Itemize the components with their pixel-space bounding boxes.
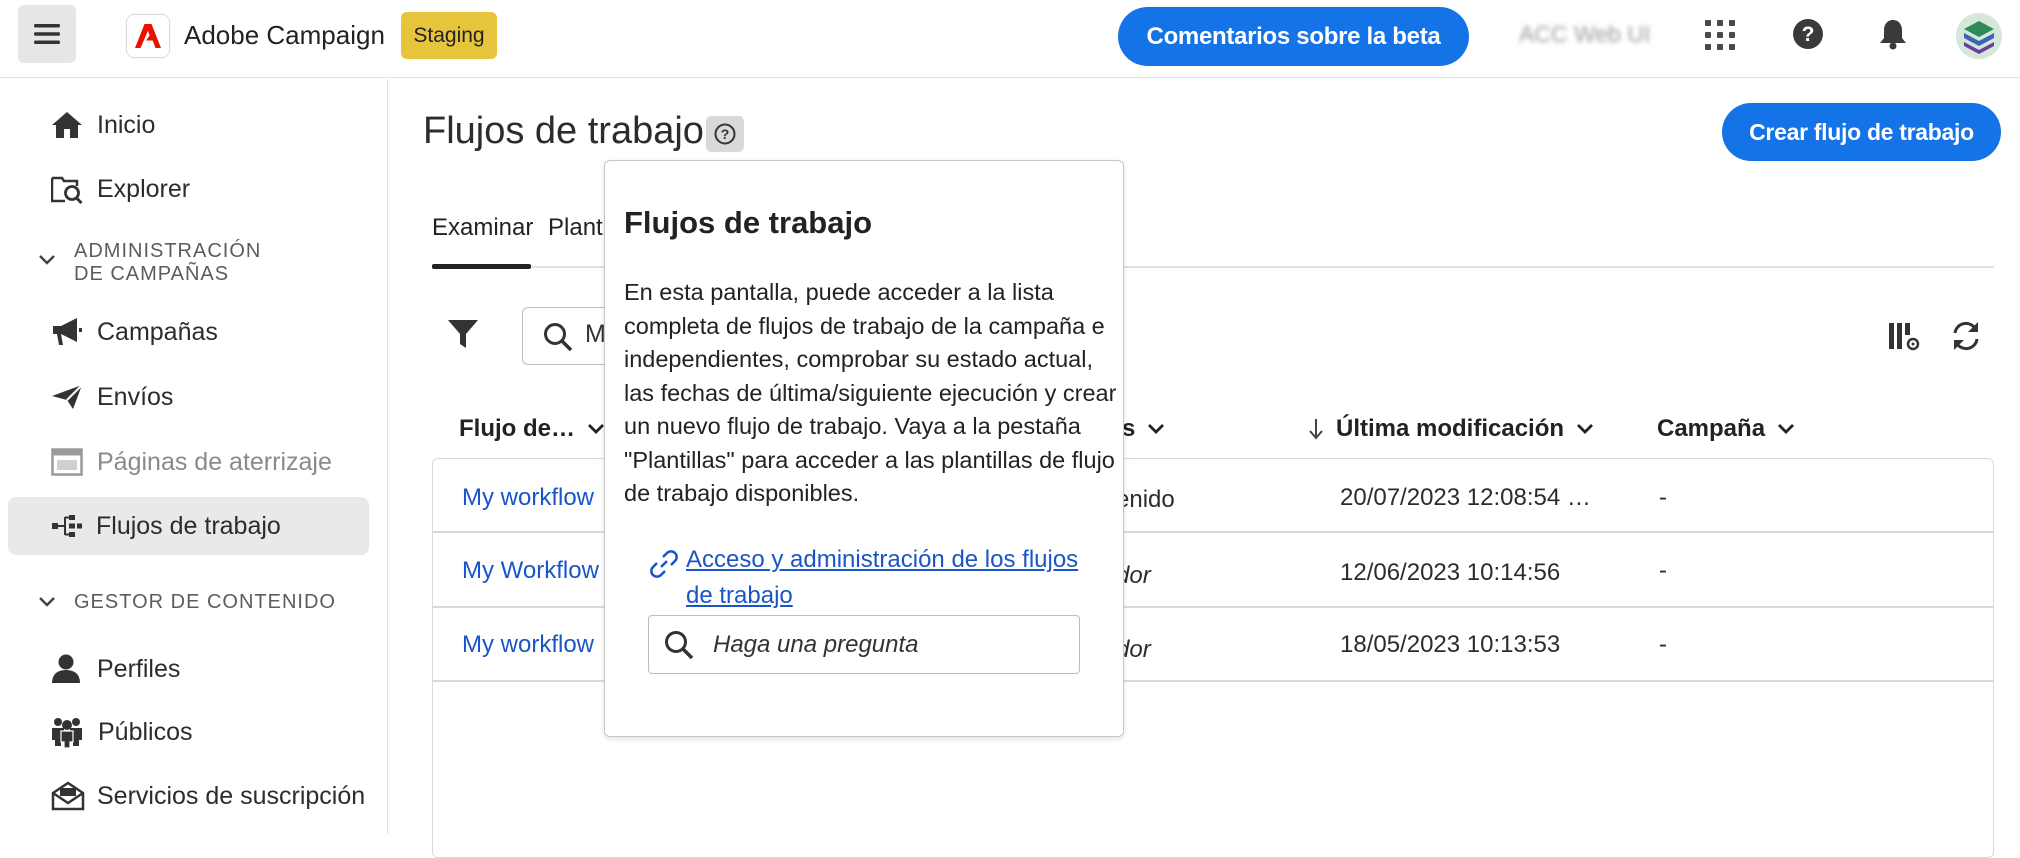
user-icon (51, 654, 81, 684)
sidebar-item-explorer[interactable]: Explorer (8, 160, 369, 218)
column-header-label: s (1122, 415, 1136, 442)
title-help-button[interactable]: ? (706, 116, 744, 152)
explorer-icon (51, 174, 83, 204)
menu-button[interactable] (18, 5, 76, 63)
tab-browse[interactable]: Examinar (432, 214, 533, 242)
sidebar-item-servicios-suscripcion[interactable]: Servicios de suscripción (8, 767, 369, 825)
workflow-last-modified: 20/07/2023 12:08:54 … (1340, 484, 1591, 511)
menu-icon (34, 24, 60, 44)
adobe-logo[interactable] (126, 14, 170, 58)
workflow-name-link[interactable]: My workflow (462, 484, 594, 512)
adobe-logo-icon (135, 24, 161, 48)
column-settings-icon[interactable] (1888, 322, 1920, 352)
sidebar-item-publicos[interactable]: Públicos (8, 703, 369, 761)
sidebar-item-perfiles[interactable]: Perfiles (8, 640, 369, 698)
create-workflow-button[interactable]: Crear flujo de trabajo (1722, 103, 2001, 161)
sidebar-item-label: Campañas (97, 317, 218, 346)
svg-text:?: ? (1802, 23, 1815, 46)
workflow-last-modified: 12/06/2023 10:14:56 (1340, 559, 1561, 586)
home-icon (51, 111, 83, 139)
column-header-label: Última modificación (1336, 415, 1565, 442)
sidebar-item-campanas[interactable]: Campañas (8, 303, 369, 361)
sidebar-item-flujos-de-trabajo[interactable]: Flujos de trabajo (8, 497, 369, 555)
column-header-status[interactable]: s (1122, 415, 1165, 443)
sidebar-item-paginas-aterrizaje[interactable]: Páginas de aterrizaje (8, 433, 369, 491)
org-switcher[interactable]: ACC Web UI (1519, 21, 1650, 48)
sidebar-item-envios[interactable]: Envíos (8, 368, 369, 426)
column-header-label: Flujo de… (459, 415, 575, 442)
sidebar-item-label: Públicos (98, 717, 193, 746)
column-header-name[interactable]: Flujo de… (459, 415, 605, 443)
active-tab-indicator (432, 264, 531, 269)
environment-badge: Staging (401, 12, 497, 59)
svg-text:?: ? (721, 126, 730, 142)
send-icon (51, 384, 83, 410)
column-header-label: Campaña (1657, 415, 1766, 442)
beta-feedback-button[interactable]: Comentarios sobre la beta (1118, 7, 1469, 66)
chevron-down-icon (38, 596, 56, 608)
popover-doc-link[interactable]: Acceso y administración de los flujos de… (686, 542, 1096, 614)
workflow-name-link[interactable]: My workflow (462, 631, 594, 659)
workflow-name-link[interactable]: My Workflow (462, 557, 599, 585)
sidebar-item-inicio[interactable]: Inicio (8, 96, 369, 154)
popover-title: Flujos de trabajo (624, 205, 873, 240)
refresh-icon[interactable] (1950, 320, 1982, 352)
bell-icon[interactable] (1879, 18, 1907, 50)
sort-descending-icon (1309, 419, 1323, 440)
audiences-icon (51, 716, 83, 748)
search-icon (543, 322, 573, 352)
search-icon (664, 630, 694, 660)
sidebar-item-label: Perfiles (97, 654, 181, 683)
chevron-down-icon (38, 254, 56, 266)
sidebar-item-label: Explorer (97, 174, 191, 203)
ask-question-placeholder: Haga una pregunta (713, 631, 919, 658)
sidebar-item-label: Servicios de suscripción (97, 781, 366, 810)
sidebar-item-label: Flujos de trabajo (96, 511, 281, 540)
chevron-down-icon (1148, 424, 1165, 434)
workflow-icon (52, 515, 82, 537)
filter-icon[interactable] (447, 318, 479, 350)
search-value: M (585, 320, 606, 348)
popover-body: En esta pantalla, puede acceder a la lis… (624, 279, 1117, 506)
workflow-campaign: - (1659, 631, 1667, 658)
column-header-campaign[interactable]: Campaña (1657, 415, 1795, 443)
app-name: Adobe Campaign (184, 20, 385, 50)
page-title: Flujos de trabajo (423, 110, 704, 152)
section-header-label: GESTOR DE CONTENIDO (74, 591, 336, 613)
workflow-status: enido (1116, 486, 1175, 513)
chevron-down-icon (1577, 424, 1594, 434)
help-circle-icon: ? (714, 123, 736, 145)
megaphone-icon (51, 317, 83, 347)
sidebar-item-label: Envíos (97, 382, 174, 411)
chevron-down-icon (588, 424, 604, 434)
subscription-icon (51, 781, 85, 811)
workflow-campaign: - (1659, 484, 1667, 511)
landing-page-icon (51, 448, 83, 476)
help-icon[interactable]: ? (1792, 18, 1824, 50)
sidebar-item-label: Páginas de aterrizaje (97, 447, 332, 476)
link-icon (648, 548, 680, 580)
avatar[interactable] (1956, 13, 2002, 59)
sidebar-item-label: Inicio (97, 110, 156, 139)
workflow-last-modified: 18/05/2023 10:13:53 (1340, 631, 1561, 658)
workflow-campaign: - (1659, 557, 1667, 584)
column-header-last-modified[interactable]: Última modificación (1308, 415, 1594, 443)
section-header-label: ADMINISTRACIÓN DE CAMPAÑAS (74, 240, 262, 285)
apps-grid-icon[interactable] (1705, 20, 1735, 50)
chevron-down-icon (1778, 424, 1795, 434)
tab-templates[interactable]: Plant (548, 214, 603, 242)
